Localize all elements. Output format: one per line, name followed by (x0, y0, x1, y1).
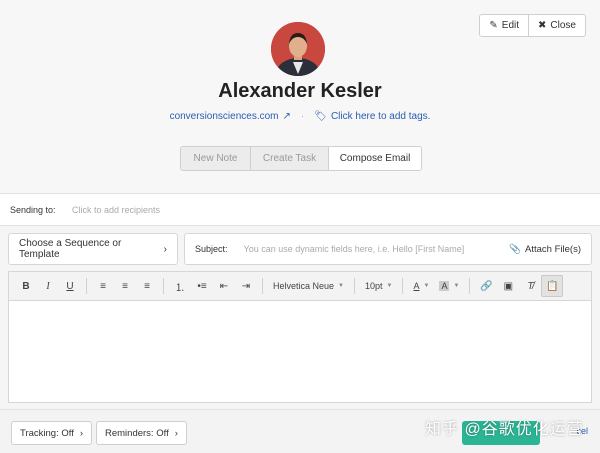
indent-icon[interactable]: ⇥ (235, 275, 257, 297)
contact-meta: conversionsciences.com ↗ · 🏷 Click here … (0, 111, 600, 122)
text-color-dropdown[interactable]: A ▼ (408, 281, 434, 291)
toolbar-separator (262, 278, 263, 294)
meta-separator: · (300, 111, 305, 122)
underline-icon[interactable]: U (59, 275, 81, 297)
caret-down-icon: ▼ (386, 283, 393, 289)
recipients-row[interactable]: Sending to: Click to add recipients (0, 194, 600, 226)
clear-formatting-icon[interactable]: T̸ (519, 275, 541, 297)
tracking-label: Tracking: Off (20, 427, 74, 439)
contact-header: ✎ Edit ✖ Close Alexander Kesler conversi… (0, 0, 600, 193)
header-actions: ✎ Edit ✖ Close (479, 14, 586, 37)
text-color-icon: A (413, 281, 420, 291)
paste-icon[interactable]: 📋 (541, 275, 564, 297)
pencil-icon: ✎ (489, 20, 498, 31)
background-color-dropdown[interactable]: A ▼ (434, 281, 464, 291)
reminders-label: Reminders: Off (105, 427, 169, 439)
image-icon[interactable]: ▣ (497, 275, 519, 297)
attach-files-label: Attach File(s) (525, 243, 581, 255)
numbered-list-icon[interactable]: ⒈ (169, 275, 191, 297)
email-body-editor[interactable] (8, 301, 592, 403)
add-tags-text: Click here to add tags. (330, 111, 431, 122)
sequence-template-button[interactable]: Choose a Sequence or Template › (8, 233, 178, 265)
toolbar-separator (163, 278, 164, 294)
align-right-icon[interactable]: ≡ (136, 275, 158, 297)
recipients-input[interactable]: Click to add recipients (72, 205, 160, 215)
link-icon[interactable]: 🔗 (475, 275, 497, 297)
website-text: conversionsciences.com (169, 111, 279, 122)
tracking-button[interactable]: Tracking: Off › (11, 421, 93, 445)
paperclip-icon: 📎 (509, 243, 522, 255)
close-icon: ✖ (538, 20, 547, 31)
toolbar-separator (86, 278, 87, 294)
chevron-right-icon: › (163, 243, 167, 255)
toolbar-separator (353, 278, 355, 294)
tab-new-note[interactable]: New Note (181, 147, 251, 170)
subject-label: Subject: (195, 244, 228, 254)
website-link[interactable]: conversionsciences.com ↗ (170, 111, 291, 122)
italic-icon[interactable]: I (37, 275, 59, 297)
edit-label: Edit (501, 20, 520, 31)
tag-icon: 🏷 (314, 111, 327, 122)
font-family-value: Helvetica Neue (273, 281, 335, 291)
close-button[interactable]: ✖ Close (529, 14, 586, 37)
subject-field[interactable]: Subject: You can use dynamic fields here… (184, 233, 592, 265)
chevron-right-icon: › (174, 427, 178, 439)
add-tags-link[interactable]: 🏷 Click here to add tags. (314, 111, 430, 122)
font-family-dropdown[interactable]: Helvetica Neue ▼ (268, 281, 349, 291)
font-size-dropdown[interactable]: 10pt ▼ (360, 281, 397, 291)
contact-name: Alexander Kesler (218, 80, 382, 102)
activity-tabs: New Note Create Task Compose Email (180, 146, 422, 171)
external-link-icon: ↗ (282, 111, 291, 122)
chevron-right-icon: › (79, 427, 84, 439)
reminders-button[interactable]: Reminders: Off › (96, 421, 187, 445)
tab-compose-email[interactable]: Compose Email (329, 147, 421, 170)
toolbar-separator (402, 278, 404, 294)
toolbar-separator (469, 278, 471, 294)
close-label: Close (550, 20, 576, 31)
watermark: 知乎 @谷歌优化运营 (425, 421, 584, 438)
editor-toolbar: B I U ≡ ≡ ≡ ⒈ •≡ ⇤ ⇥ Helvetica Neue ▼ 10… (8, 271, 592, 301)
outdent-icon[interactable]: ⇤ (213, 275, 235, 297)
subject-input[interactable]: You can use dynamic fields here, i.e. He… (244, 244, 510, 254)
align-left-icon[interactable]: ≡ (92, 275, 114, 297)
bold-icon[interactable]: B (15, 275, 37, 297)
caret-down-icon: ▼ (453, 283, 460, 289)
compose-options-row: Choose a Sequence or Template › Subject:… (8, 233, 592, 265)
tab-create-task[interactable]: Create Task (251, 147, 329, 170)
align-center-icon[interactable]: ≡ (114, 275, 136, 297)
caret-down-icon: ▼ (423, 283, 430, 289)
attach-files-button[interactable]: 📎 Attach File(s) (509, 244, 581, 255)
font-size-value: 10pt (364, 281, 383, 291)
caret-down-icon: ▼ (338, 283, 344, 289)
bulleted-list-icon[interactable]: •≡ (191, 275, 213, 297)
avatar (271, 22, 325, 76)
sequence-template-label: Choose a Sequence or Template (19, 238, 122, 260)
background-color-icon: A (439, 281, 450, 291)
edit-button[interactable]: ✎ Edit (479, 14, 530, 37)
sending-label: Sending to: (10, 204, 56, 215)
